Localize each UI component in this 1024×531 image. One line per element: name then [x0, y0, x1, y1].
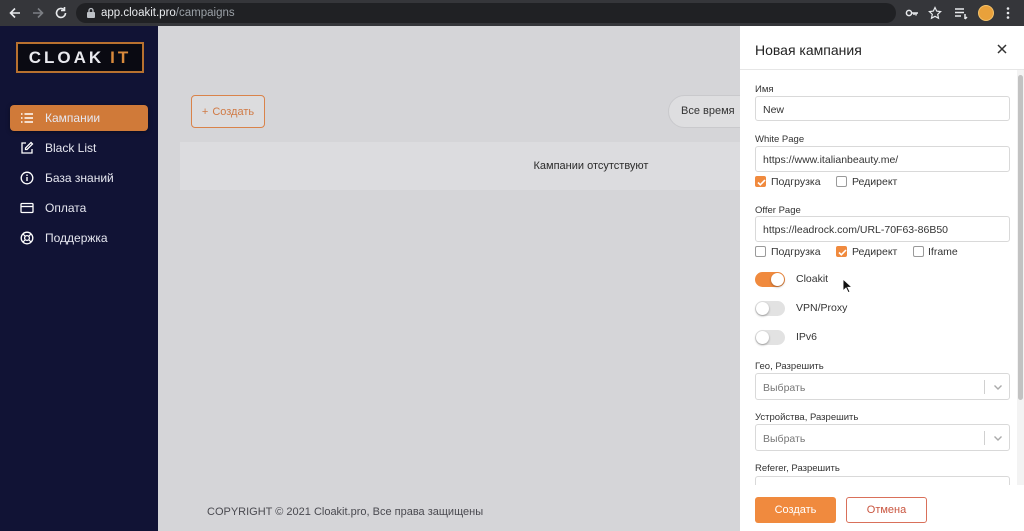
logo-text-it: IT [110, 47, 132, 67]
back-arrow-icon[interactable] [6, 4, 24, 22]
ipv6-toggle[interactable] [755, 330, 785, 345]
panel-header: Новая кампания [740, 26, 1024, 70]
offer-page-iframe-label: Iframe [928, 246, 958, 258]
toggle-knob [771, 273, 784, 286]
sidebar-item-payment[interactable]: Оплата [10, 195, 148, 221]
tab-list-icon[interactable] [952, 4, 970, 22]
info-icon [20, 171, 34, 185]
sidebar-item-label: Black List [45, 141, 97, 155]
geo-allow-label: Гео, Разрешить [755, 361, 824, 372]
cancel-button[interactable]: Отмена [846, 497, 927, 523]
sidebar-item-label: Оплата [45, 201, 87, 215]
app-viewport: CLOAK IT Кампании Black List База знаний … [0, 26, 1024, 531]
white-page-preload-checkbox[interactable] [755, 176, 766, 187]
empty-state-message: Кампании отсутствуют [533, 160, 649, 172]
devices-allow-label: Устройства, Разрешить [755, 412, 859, 423]
edit-icon [21, 141, 34, 154]
devices-allow-select[interactable]: Выбрать [755, 424, 1010, 451]
address-bar[interactable]: app.cloakit.pro/campaigns [76, 3, 896, 23]
sidebar-item-label: База знаний [45, 171, 114, 185]
devices-allow-placeholder: Выбрать [763, 433, 806, 445]
offer-page-iframe-checkbox[interactable] [913, 246, 924, 257]
create-campaign-button[interactable]: + Создать [191, 95, 265, 128]
name-label: Имя [755, 84, 774, 95]
offer-page-label: Offer Page [755, 205, 801, 216]
copyright-footer: COPYRIGHT © 2021 Cloakit.pro, Все права … [207, 506, 484, 518]
offer-page-redirect-checkbox[interactable] [836, 246, 847, 257]
chevron-down-icon[interactable] [993, 382, 1003, 392]
star-icon[interactable] [926, 4, 944, 22]
panel-title: Новая кампания [755, 42, 862, 58]
create-campaign-label: Создать [212, 105, 255, 118]
checkmark-icon [838, 249, 847, 256]
forward-arrow-icon[interactable] [29, 4, 47, 22]
vpn-proxy-toggle-label: VPN/Proxy [796, 302, 848, 314]
logo-text-cloak: CLOAK [28, 47, 105, 67]
sidebar-item-label: Кампании [45, 111, 101, 125]
cloakit-toggle-label: Cloakit [796, 273, 829, 285]
geo-allow-placeholder: Выбрать [763, 382, 806, 394]
lifebuoy-icon [20, 231, 34, 245]
submit-campaign-label: Создать [774, 504, 817, 516]
name-input[interactable]: New [755, 96, 1010, 121]
url-domain: app.cloakit.pro [101, 7, 176, 19]
referer-allow-input[interactable] [755, 476, 1010, 485]
cloakit-toggle[interactable] [755, 272, 785, 287]
kebab-menu-icon[interactable] [999, 4, 1017, 22]
sidebar-item-label: Поддержка [45, 231, 108, 245]
white-page-redirect-label: Редирект [852, 176, 898, 188]
period-filter-label: Все время [681, 105, 735, 117]
white-page-input[interactable]: https://www.italianbeauty.me/ [755, 146, 1010, 172]
white-page-label: White Page [755, 134, 805, 145]
list-icon [21, 113, 33, 123]
key-icon[interactable] [903, 4, 921, 22]
url-text: app.cloakit.pro/campaigns [101, 7, 235, 19]
panel-scrollbar-thumb[interactable] [1018, 75, 1023, 400]
toggle-knob [756, 302, 769, 315]
select-divider [984, 431, 985, 445]
lock-icon[interactable] [85, 7, 97, 19]
logo[interactable]: CLOAK IT [16, 42, 144, 73]
sidebar-item-support[interactable]: Поддержка [10, 225, 148, 251]
panel-footer: Создать Отмена [740, 485, 1024, 531]
profile-avatar-icon[interactable] [978, 5, 994, 21]
white-page-redirect-checkbox[interactable] [836, 176, 847, 187]
panel-form: Имя New White Page https://www.italianbe… [740, 70, 1024, 485]
geo-allow-select[interactable]: Выбрать [755, 373, 1010, 400]
close-icon[interactable] [996, 43, 1008, 55]
submit-campaign-button[interactable]: Создать [755, 497, 836, 523]
ipv6-toggle-label: IPv6 [796, 331, 818, 343]
offer-page-redirect-label: Редирект [852, 246, 898, 258]
select-divider [984, 380, 985, 394]
name-input-value: New [763, 104, 785, 116]
sidebar-item-knowledge-base[interactable]: База знаний [10, 165, 148, 191]
offer-page-input[interactable]: https://leadrock.com/URL-70F63-86B50 [755, 216, 1010, 242]
toggle-knob [756, 331, 769, 344]
chevron-down-icon[interactable] [993, 433, 1003, 443]
referer-allow-label: Referer, Разрешить [755, 463, 840, 474]
checkmark-icon [757, 179, 766, 186]
vpn-proxy-toggle[interactable] [755, 301, 785, 316]
plus-icon: + [201, 105, 209, 118]
sidebar: CLOAK IT Кампании Black List База знаний … [0, 26, 158, 531]
white-page-preload-label: Подгрузка [771, 176, 821, 188]
sidebar-item-campaigns[interactable]: Кампании [10, 105, 148, 131]
offer-page-preload-label: Подгрузка [771, 246, 821, 258]
offer-page-preload-checkbox[interactable] [755, 246, 766, 257]
new-campaign-panel: Новая кампания Имя New White Page https:… [740, 26, 1024, 531]
card-icon [20, 202, 34, 214]
reload-icon[interactable] [52, 4, 70, 22]
browser-toolbar: app.cloakit.pro/campaigns [0, 0, 1024, 26]
url-path: /campaigns [175, 7, 235, 19]
offer-page-input-value: https://leadrock.com/URL-70F63-86B50 [763, 224, 949, 236]
mouse-cursor-icon [842, 278, 854, 294]
white-page-input-value: https://www.italianbeauty.me/ [763, 154, 899, 166]
cancel-label: Отмена [866, 504, 907, 516]
sidebar-item-black-list[interactable]: Black List [10, 135, 148, 161]
